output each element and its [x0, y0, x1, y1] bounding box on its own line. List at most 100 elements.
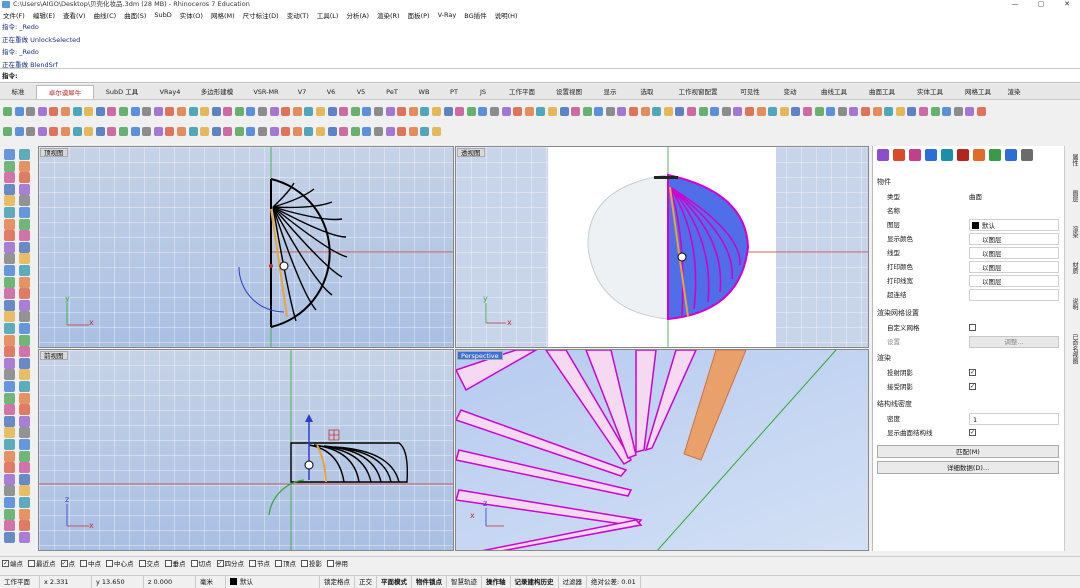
tool-icon[interactable]: [60, 127, 70, 136]
menu-panels[interactable]: 面板(P): [408, 10, 430, 20]
property-value[interactable]: 以图层: [969, 261, 1059, 273]
tool-icon[interactable]: [721, 107, 731, 116]
tool-icon[interactable]: [153, 107, 163, 116]
tab-render[interactable]: 渲染: [1002, 85, 1026, 99]
tool-icon[interactable]: [327, 127, 337, 136]
tab-transform[interactable]: 变动: [770, 85, 810, 99]
tool-icon[interactable]: [350, 107, 360, 116]
left-tool-icon[interactable]: [19, 404, 30, 416]
osnap-checkbox[interactable]: ✓: [2, 559, 9, 567]
tool-icon[interactable]: [478, 107, 488, 116]
menu-analyze[interactable]: 分析(A): [346, 10, 369, 20]
tool-icon[interactable]: [292, 127, 302, 136]
osnap-option[interactable]: ✓ 四分点: [216, 558, 244, 568]
tab-v7[interactable]: V7: [288, 85, 316, 99]
osnap-checkbox[interactable]: [80, 559, 87, 567]
property-value[interactable]: [969, 289, 1059, 301]
property-value[interactable]: 以图层: [969, 247, 1059, 259]
left-tool-icon[interactable]: [4, 404, 15, 416]
tool-icon[interactable]: [37, 127, 47, 136]
tool-icon[interactable]: [339, 107, 349, 116]
osnap-checkbox[interactable]: [301, 559, 308, 567]
left-tool-icon[interactable]: [19, 415, 30, 427]
tool-icon[interactable]: [884, 107, 894, 116]
tool-icon[interactable]: [246, 107, 256, 116]
tab-vray4[interactable]: VRay4: [150, 85, 190, 99]
tool-icon[interactable]: [559, 107, 569, 116]
tab-viewport-layout[interactable]: 工作视窗配置: [666, 85, 730, 99]
tool-icon[interactable]: [234, 127, 244, 136]
tool-icon[interactable]: [107, 127, 117, 136]
tool-icon[interactable]: [965, 107, 975, 116]
cplane-indicator[interactable]: 工作平面: [0, 575, 40, 588]
tool-icon[interactable]: [605, 107, 615, 116]
tool-icon[interactable]: [142, 127, 152, 136]
tab-visibility[interactable]: 可见性: [730, 85, 770, 99]
tool-icon[interactable]: [26, 127, 36, 136]
tool-icon[interactable]: [872, 107, 882, 116]
menu-dimension[interactable]: 尺寸标注(D): [243, 10, 279, 20]
tool-icon[interactable]: [362, 107, 372, 116]
tab-zhuoermo[interactable]: 卓尔谟犀牛: [36, 85, 94, 99]
left-tool-icon[interactable]: [19, 207, 30, 218]
menu-curve[interactable]: 曲线(C): [94, 10, 117, 20]
left-tool-icon[interactable]: [4, 299, 15, 311]
tool-icon[interactable]: [72, 127, 82, 136]
osnap-checkbox[interactable]: ✓: [216, 559, 224, 567]
property-value[interactable]: 以图层: [969, 233, 1059, 245]
maximize-button[interactable]: ▢: [1028, 0, 1054, 9]
viewport-label-top[interactable]: 顶视图: [40, 148, 68, 157]
left-tool-icon[interactable]: [19, 288, 30, 300]
tab-pt[interactable]: PT: [440, 85, 468, 99]
match-button[interactable]: 匹配(M): [877, 445, 1059, 458]
tool-icon[interactable]: [942, 107, 952, 116]
left-tool-icon[interactable]: [4, 462, 15, 474]
panel-tab-icon[interactable]: [925, 149, 937, 161]
panel-tab-icon[interactable]: [1021, 149, 1033, 161]
left-tool-icon[interactable]: [19, 230, 30, 242]
tool-icon[interactable]: [316, 107, 326, 116]
tool-icon[interactable]: [14, 127, 24, 136]
menu-mesh[interactable]: 网格(M): [211, 10, 235, 20]
tool-icon[interactable]: [176, 107, 186, 116]
left-tool-icon[interactable]: [4, 276, 15, 288]
left-tool-icon[interactable]: [4, 357, 15, 369]
side-tab-named-views[interactable]: 已命名视图: [1067, 334, 1079, 364]
tool-icon[interactable]: [211, 127, 221, 136]
tool-icon[interactable]: [26, 107, 36, 116]
tool-icon[interactable]: [84, 127, 94, 136]
tool-icon[interactable]: [907, 107, 917, 116]
osnap-checkbox[interactable]: [275, 559, 282, 567]
tool-icon[interactable]: [571, 107, 581, 116]
left-tool-icon[interactable]: [4, 253, 15, 265]
left-tool-icon[interactable]: [19, 473, 30, 485]
left-tool-icon[interactable]: [19, 218, 30, 230]
tool-icon[interactable]: [385, 127, 395, 136]
tool-icon[interactable]: [84, 107, 94, 116]
layer-indicator[interactable]: 默认: [226, 575, 320, 588]
side-tab-materials[interactable]: 材质: [1067, 262, 1079, 274]
viewport-label-front[interactable]: 前视图: [40, 351, 68, 360]
left-tool-icon[interactable]: [4, 392, 15, 404]
left-tool-icon[interactable]: [19, 485, 30, 497]
osnap-option[interactable]: 垂点: [164, 558, 186, 568]
adjust-button[interactable]: 调整...: [969, 336, 1059, 348]
left-tool-icon[interactable]: [4, 207, 15, 218]
osnap-checkbox[interactable]: [28, 559, 35, 567]
osnap-option[interactable]: 最近点: [28, 558, 56, 568]
osnap-option[interactable]: ✓ 端点: [2, 558, 23, 568]
left-tool-icon[interactable]: [19, 149, 30, 160]
left-tool-icon[interactable]: [4, 531, 15, 543]
osnap-option[interactable]: 顶点: [275, 558, 296, 568]
tool-icon[interactable]: [733, 107, 743, 116]
tab-surface-tools[interactable]: 曲面工具: [858, 85, 906, 99]
side-tab-help[interactable]: 说明: [1067, 298, 1079, 310]
tab-solid-tools[interactable]: 实体工具: [906, 85, 954, 99]
tool-icon[interactable]: [118, 127, 128, 136]
tool-icon[interactable]: [420, 107, 430, 116]
menu-transform[interactable]: 变动(T): [287, 10, 309, 20]
tool-icon[interactable]: [455, 107, 465, 116]
tool-icon[interactable]: [188, 107, 198, 116]
left-tool-icon[interactable]: [19, 497, 30, 508]
minimize-button[interactable]: —: [1002, 0, 1028, 9]
